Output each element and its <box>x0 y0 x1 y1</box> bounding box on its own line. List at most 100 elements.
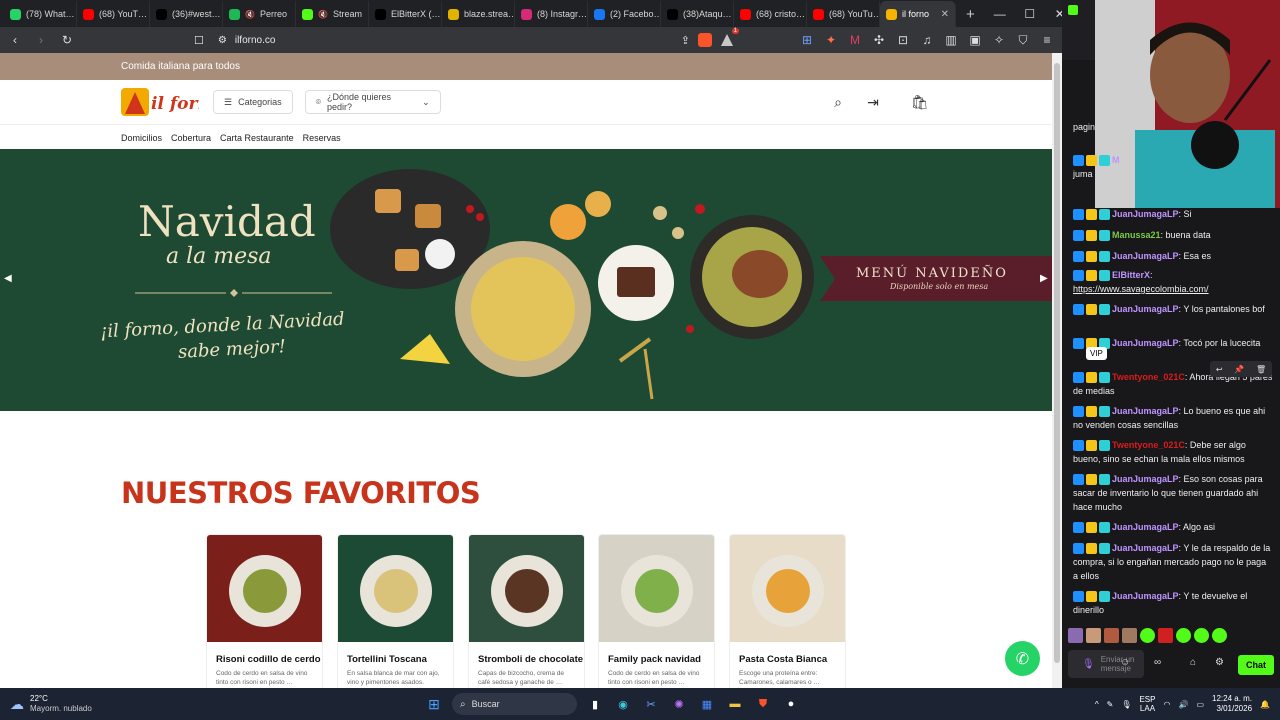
chat-username[interactable]: Twentyone_021C <box>1112 440 1185 450</box>
chat-username[interactable]: M <box>1112 155 1120 165</box>
translate-icon[interactable]: ⊞ <box>798 33 816 48</box>
ilforno-logo[interactable]: il forno <box>121 85 199 119</box>
store-icon[interactable]: ▦ <box>696 693 718 715</box>
browser-tab[interactable]: (68) YouT… <box>77 1 150 27</box>
chat-username[interactable]: Twentyone_021C <box>1112 372 1185 382</box>
brave-rewards-icon[interactable]: 1 <box>720 28 739 47</box>
chat-username[interactable]: JuanJumagaLP <box>1112 251 1179 261</box>
task-view-icon[interactable]: ▮ <box>584 693 606 715</box>
browser-tab[interactable]: (38)Ataqu… <box>661 1 734 27</box>
chat-username[interactable]: JuanJumagaLP <box>1112 474 1179 484</box>
emote-icon[interactable] <box>1068 628 1083 643</box>
carousel-next-icon[interactable]: ▶ <box>1040 273 1048 284</box>
back-icon[interactable]: ‹ <box>6 33 24 47</box>
chat-text[interactable]: https://www.savagecolombia.com/ <box>1073 284 1209 294</box>
nav-link[interactable]: Carta Restaurante <box>220 133 294 143</box>
extension-icon[interactable]: M <box>846 33 864 48</box>
chat-input[interactable]: 🎙 Enviar un mensaje <box>1068 650 1144 678</box>
leo-icon[interactable]: ✧ <box>990 33 1008 48</box>
product-image[interactable] <box>207 535 322 642</box>
new-tab-button[interactable]: + <box>956 6 985 27</box>
page-scrollbar[interactable] <box>1052 53 1062 688</box>
brave-shield-icon[interactable] <box>698 33 712 47</box>
puzzle-icon[interactable]: ✣ <box>870 33 888 48</box>
whatsapp-button[interactable]: ✆ <box>1005 641 1040 676</box>
browser-tab[interactable]: (78) What… <box>4 1 77 27</box>
product-image[interactable] <box>469 535 584 642</box>
browser-tab[interactable]: (8) Instagr… <box>515 1 588 27</box>
product-name[interactable]: Pasta Costa Bianca <box>730 642 845 665</box>
nav-link[interactable]: Domicilios <box>121 133 162 143</box>
mic-icon[interactable]: 🎙 <box>1082 659 1095 670</box>
share-icon[interactable]: ⇪ <box>681 34 690 47</box>
start-icon[interactable]: ⊞ <box>423 693 445 715</box>
minimize-button[interactable]: — <box>985 1 1015 27</box>
tray-chevron-icon[interactable]: ^ <box>1095 700 1099 709</box>
chat-username[interactable]: JuanJumagaLP <box>1112 591 1179 601</box>
product-card[interactable]: Risoni codillo de cerdo Codo de cerdo en … <box>206 534 323 694</box>
emote-icon[interactable] <box>1176 628 1191 643</box>
product-card[interactable]: Tortellini Toscana En salsa blanca de mar… <box>337 534 454 694</box>
chat-username[interactable]: JuanJumagaLP <box>1112 543 1179 553</box>
taskbar-search[interactable]: ⌕ Buscar <box>452 693 577 715</box>
muted-icon[interactable]: 🔇 <box>318 10 328 19</box>
chat-username[interactable]: ElBitterX <box>1112 270 1150 280</box>
browser-tab[interactable]: (36)#west… <box>150 1 223 27</box>
product-card[interactable]: Stromboli de chocolate Capas de bizcocho,… <box>468 534 585 694</box>
emote-icon[interactable] <box>1194 628 1209 643</box>
login-icon[interactable]: ⇥ <box>865 94 881 110</box>
forward-icon[interactable]: › <box>32 33 50 47</box>
extension-icon[interactable]: ✦ <box>822 33 840 48</box>
pin-icon[interactable]: 📌 <box>1234 365 1244 374</box>
product-card[interactable]: Family pack navidad Codo de cerdo en sals… <box>598 534 715 694</box>
wifi-icon[interactable]: ◠ <box>1163 700 1170 709</box>
url-text[interactable]: ilforno.co <box>235 35 276 46</box>
scroll-thumb[interactable] <box>1054 63 1060 663</box>
product-name[interactable]: Family pack navidad <box>599 642 714 665</box>
music-icon[interactable]: ♫ <box>918 33 936 48</box>
battery-icon[interactable]: ▭ <box>1196 700 1204 709</box>
reload-icon[interactable]: ↻ <box>58 33 76 47</box>
edge-icon[interactable]: ◉ <box>612 693 634 715</box>
emote-icon[interactable] <box>1122 628 1137 643</box>
emote-icon[interactable] <box>1086 628 1101 643</box>
chat-send-button[interactable]: Chat <box>1238 655 1274 675</box>
maximize-button[interactable]: ☐ <box>1015 1 1045 27</box>
points-icon[interactable]: ∞ <box>1154 657 1161 668</box>
emote-icon[interactable] <box>1104 628 1119 643</box>
product-image[interactable] <box>338 535 453 642</box>
site-info-icon[interactable]: ⚙ <box>218 35 227 46</box>
settings-icon[interactable]: ⚙ <box>1215 657 1224 668</box>
carousel-prev-icon[interactable]: ◀ <box>4 273 12 284</box>
browser-tab[interactable]: (68) cristo… <box>734 1 807 27</box>
browser-tab[interactable]: 🔇 Stream <box>296 1 369 27</box>
close-tab-icon[interactable]: ✕ <box>941 9 949 20</box>
browser-tab[interactable]: blaze.strea… <box>442 1 515 27</box>
browser-tab[interactable]: ElBitterX (… <box>369 1 442 27</box>
language-indicator[interactable]: ESP LAA <box>1139 695 1155 713</box>
browser-tab[interactable]: (68) YouTu… <box>807 1 880 27</box>
emote-icon[interactable] <box>1140 628 1155 643</box>
mic-tray-icon[interactable]: 🎙 <box>1121 700 1131 709</box>
volume-icon[interactable]: 🔊 <box>1178 700 1188 709</box>
snipping-icon[interactable]: ✂ <box>640 693 662 715</box>
copilot-icon[interactable]: ✺ <box>668 693 690 715</box>
browser-tab[interactable]: (2) Facebo… <box>588 1 661 27</box>
chat-username[interactable]: Manussa21 <box>1112 230 1161 240</box>
muted-icon[interactable]: 🔇 <box>245 10 255 19</box>
product-card[interactable]: Pasta Costa Bianca Escoge una proteína en… <box>729 534 846 694</box>
obs-icon[interactable]: ● <box>780 693 802 715</box>
menu-icon[interactable]: ≡ <box>1038 33 1056 48</box>
screenshot-icon[interactable]: ⊡ <box>894 33 912 48</box>
product-name[interactable]: Stromboli de chocolate <box>469 642 584 665</box>
categories-button[interactable]: ☰ Categorias <box>213 90 293 114</box>
emote-icon[interactable] <box>1212 628 1227 643</box>
chat-username[interactable]: JuanJumagaLP <box>1112 406 1179 416</box>
chat-username[interactable]: JuanJumagaLP <box>1112 522 1179 532</box>
nav-link[interactable]: Reservas <box>303 133 341 143</box>
store-icon[interactable]: ⌂ <box>1190 657 1196 668</box>
brave-icon[interactable]: ⛊ <box>752 693 774 715</box>
cart-icon[interactable]: 🛍 <box>911 94 929 110</box>
chat-username[interactable]: JuanJumagaLP <box>1112 338 1179 348</box>
location-selector[interactable]: ⌾ ¿Dónde quieres pedir? ⌄ <box>304 90 441 114</box>
